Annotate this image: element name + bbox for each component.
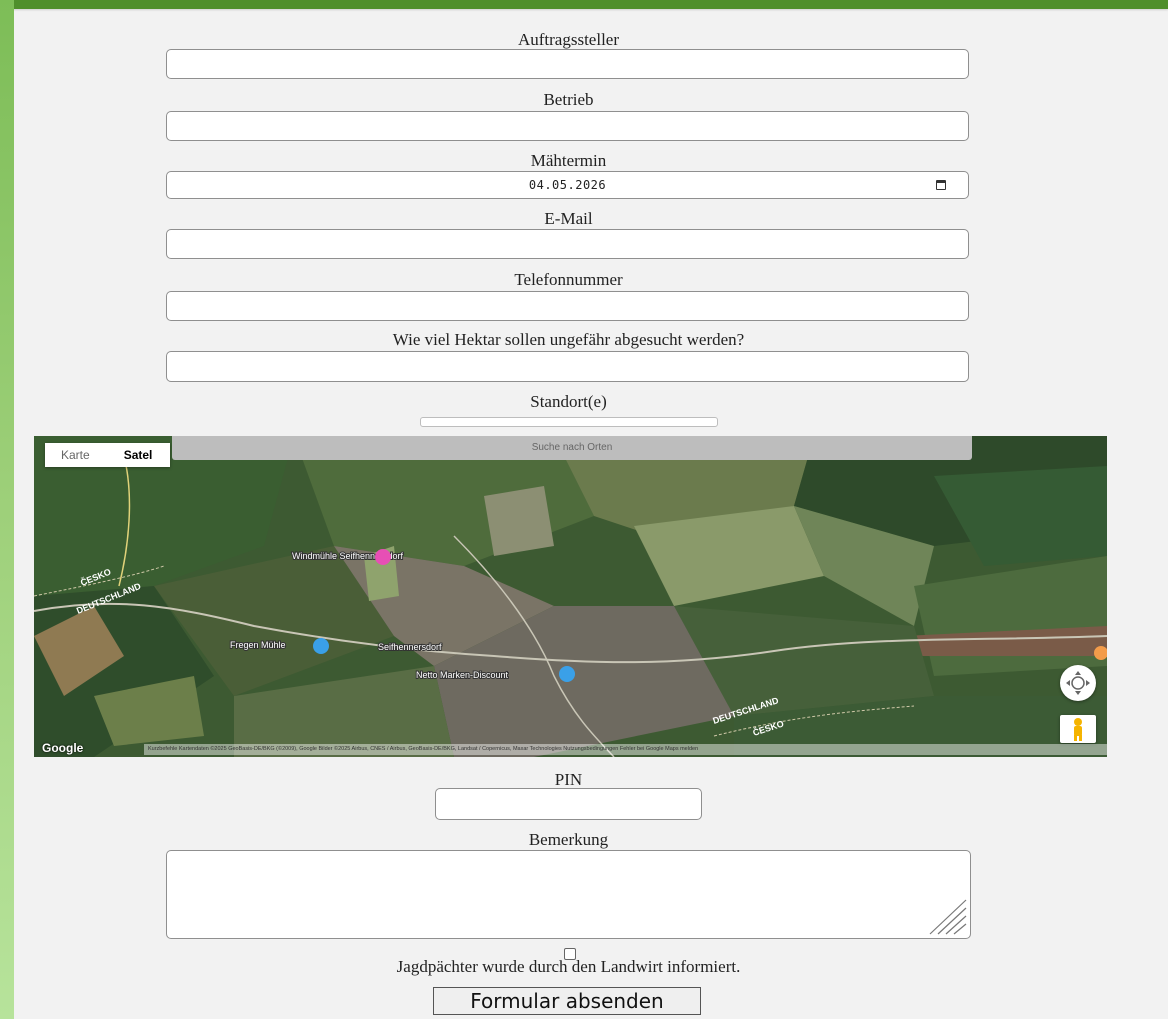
maehtermin-date-input[interactable]: 04.05.2026 <box>166 171 969 199</box>
auftraggeber-input[interactable] <box>166 49 969 79</box>
map-labels-layer: ČESKO DEUTSCHLAND DEUTSCHLAND ČESKO Wind… <box>75 549 1107 738</box>
calendar-icon[interactable] <box>936 180 946 190</box>
map-label-seifhennersdorf: Seifhennersdorf <box>378 642 442 652</box>
poi-blue-icon-2 <box>559 666 575 682</box>
auftraggeber-label: Auftragssteller <box>517 30 620 49</box>
email-input[interactable] <box>166 229 969 259</box>
standort-input[interactable] <box>420 417 718 427</box>
map-camera-control-icon[interactable] <box>1060 665 1096 701</box>
email-label: E-Mail <box>544 209 593 228</box>
poi-blue-icon <box>313 638 329 654</box>
hektar-label: Wie viel Hektar sollen ungefähr abgesuch… <box>392 330 745 349</box>
poi-markers <box>313 549 1107 682</box>
map-label-cesko-1: ČESKO <box>79 566 113 588</box>
betrieb-input[interactable] <box>166 111 969 141</box>
maptype-satellit-button[interactable]: Satel <box>108 443 171 467</box>
submit-button[interactable]: Formular absenden <box>433 987 701 1015</box>
pin-input[interactable] <box>435 788 702 820</box>
betrieb-label: Betrieb <box>543 90 594 109</box>
maehtermin-value: 04.05.2026 <box>528 178 607 192</box>
telefon-label: Telefonnummer <box>514 270 623 289</box>
maehtermin-label: Mähtermin <box>530 151 607 170</box>
map-label-cesko-2: ČESKO <box>751 718 785 738</box>
map-type-control[interactable]: Karte Satel <box>45 443 171 467</box>
pin-label: PIN <box>554 770 583 789</box>
map[interactable]: ČESKO DEUTSCHLAND DEUTSCHLAND ČESKO Wind… <box>34 436 1107 757</box>
map-attribution[interactable]: Kurzbefehle Kartendaten ©2025 GeoBasis-D… <box>144 744 1107 755</box>
maptype-karte-button[interactable]: Karte <box>45 443 108 467</box>
poi-pink-icon <box>375 549 391 565</box>
jagd-checkbox-label: Jagdpächter wurde durch den Landwirt inf… <box>396 957 741 976</box>
telefon-input[interactable] <box>166 291 969 321</box>
map-label-deutschland-2: DEUTSCHLAND <box>712 695 781 726</box>
pegman-icon[interactable] <box>1060 715 1096 743</box>
resize-grip-icon[interactable] <box>922 898 968 936</box>
poi-orange-icon <box>1094 646 1107 660</box>
google-logo: Google <box>42 741 84 755</box>
hektar-input[interactable] <box>166 351 969 382</box>
bemerkung-label: Bemerkung <box>528 830 609 849</box>
map-label-markt: Netto Marken-Discount <box>416 670 509 680</box>
bemerkung-textarea[interactable] <box>166 850 971 939</box>
place-search-input[interactable]: Suche nach Orten <box>172 436 972 460</box>
map-label-freigut: Fregen Mühle <box>230 640 286 650</box>
standort-label: Standort(e) <box>530 392 607 411</box>
top-border <box>0 0 1168 9</box>
left-border <box>0 0 14 1019</box>
